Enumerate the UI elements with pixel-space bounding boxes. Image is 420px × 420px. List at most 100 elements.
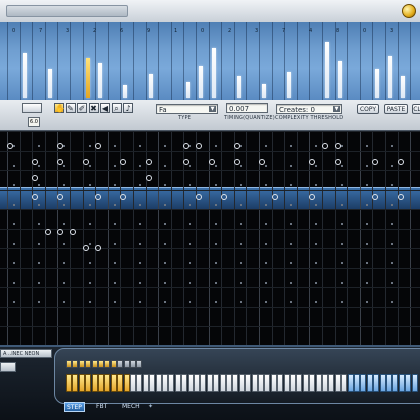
- key-toggle[interactable]: [104, 360, 111, 368]
- step-note[interactable]: [95, 143, 102, 149]
- key-toggle[interactable]: [72, 360, 79, 368]
- piano-key[interactable]: [149, 374, 156, 392]
- piano-key[interactable]: [66, 374, 72, 392]
- piano-key[interactable]: [366, 374, 373, 392]
- piano-key[interactable]: [341, 374, 348, 392]
- piano-key[interactable]: [142, 374, 149, 392]
- piano-key[interactable]: [123, 374, 130, 392]
- key-toggle[interactable]: [85, 360, 92, 368]
- brush-icon[interactable]: ✐: [77, 103, 87, 113]
- clear-button[interactable]: CLEAR: [412, 104, 420, 114]
- piano-key[interactable]: [315, 374, 322, 392]
- velocity-bar[interactable]: [262, 84, 266, 98]
- piano-key[interactable]: [405, 374, 412, 392]
- key-toggle[interactable]: [98, 360, 104, 368]
- piano-key[interactable]: [328, 374, 335, 392]
- piano-key[interactable]: [392, 374, 399, 392]
- velocity-bar[interactable]: [148, 74, 153, 98]
- step-note[interactable]: [82, 245, 89, 251]
- type-dropdown-arrow-icon[interactable]: ▼: [209, 106, 216, 112]
- type-display[interactable]: Fa ▼: [156, 104, 218, 114]
- power-led-icon[interactable]: [402, 4, 416, 18]
- piano-key[interactable]: [354, 374, 360, 392]
- piano-key[interactable]: [110, 374, 117, 392]
- velocity-bar[interactable]: [325, 42, 329, 98]
- key-toggle[interactable]: [110, 360, 117, 368]
- piano-key[interactable]: [91, 374, 98, 392]
- velocity-bar[interactable]: [123, 85, 128, 98]
- piano-key[interactable]: [264, 374, 271, 392]
- zoom-icon[interactable]: ⌕: [111, 103, 122, 113]
- step-note[interactable]: [196, 194, 202, 200]
- step-grid[interactable]: [0, 131, 420, 345]
- key-toggle[interactable]: [130, 360, 136, 368]
- piano-key[interactable]: [72, 374, 79, 392]
- piano-key[interactable]: [386, 374, 392, 392]
- piano-key[interactable]: [347, 374, 354, 392]
- step-note[interactable]: [397, 194, 404, 200]
- speaker-icon[interactable]: ♪: [123, 103, 133, 113]
- piano-key[interactable]: [155, 374, 162, 392]
- step-note[interactable]: [32, 175, 39, 181]
- piano-key[interactable]: [290, 374, 296, 392]
- step-note[interactable]: [44, 229, 51, 235]
- step-note[interactable]: [397, 159, 404, 165]
- piano-key[interactable]: [206, 374, 213, 392]
- piano-key[interactable]: [398, 374, 405, 392]
- piano-key[interactable]: [238, 374, 245, 392]
- complexity-dropdown-arrow-icon[interactable]: ▼: [333, 106, 340, 112]
- piano-key[interactable]: [245, 374, 252, 392]
- piano-key[interactable]: [162, 374, 168, 392]
- panel-small-button[interactable]: [0, 362, 16, 372]
- piano-key[interactable]: [187, 374, 194, 392]
- piano-key[interactable]: [309, 374, 316, 392]
- velocity-bar[interactable]: [375, 69, 380, 98]
- key-toggle[interactable]: [91, 360, 98, 368]
- zoom-box[interactable]: [22, 103, 42, 113]
- pencil-icon[interactable]: ✎: [65, 103, 76, 113]
- piano-key[interactable]: [258, 374, 264, 392]
- paste-button[interactable]: PASTE: [384, 104, 408, 114]
- eraser-icon[interactable]: ✖: [88, 103, 99, 113]
- step-note[interactable]: [322, 143, 328, 149]
- piano-key[interactable]: [296, 374, 303, 392]
- piano-key[interactable]: [360, 374, 367, 392]
- title-grip[interactable]: [6, 5, 128, 17]
- tab-mech[interactable]: MECH: [120, 402, 142, 412]
- step-note[interactable]: [372, 159, 379, 165]
- key-toggle[interactable]: [136, 360, 143, 368]
- piano-key[interactable]: [373, 374, 380, 392]
- velocity-bar[interactable]: [400, 76, 405, 98]
- velocity-bar[interactable]: [211, 48, 216, 98]
- piano-key[interactable]: [78, 374, 85, 392]
- piano-key[interactable]: [379, 374, 386, 392]
- tab-step[interactable]: STEP: [64, 402, 85, 412]
- complexity-display[interactable]: Creates: 0 ▼: [276, 104, 342, 114]
- piano-key[interactable]: [334, 374, 341, 392]
- preset-name-display[interactable]: A ..INEC NEON: [0, 349, 52, 358]
- piano-key[interactable]: [117, 374, 124, 392]
- step-note[interactable]: [271, 194, 278, 200]
- velocity-bar[interactable]: [199, 66, 203, 98]
- piano-key[interactable]: [181, 374, 188, 392]
- velocity-bar[interactable]: [287, 72, 292, 98]
- piano-keyboard[interactable]: [66, 360, 420, 396]
- piano-key[interactable]: [213, 374, 220, 392]
- velocity-bar[interactable]: [22, 53, 27, 98]
- step-note[interactable]: [70, 229, 76, 235]
- velocity-bar[interactable]: [85, 58, 90, 98]
- velocity-bar[interactable]: [236, 76, 241, 98]
- velocity-bar[interactable]: [47, 69, 52, 98]
- piano-key[interactable]: [283, 374, 290, 392]
- piano-key[interactable]: [251, 374, 258, 392]
- velocity-bar[interactable]: [388, 56, 392, 98]
- piano-key[interactable]: [85, 374, 92, 392]
- key-toggle[interactable]: [66, 360, 72, 368]
- piano-key[interactable]: [232, 374, 239, 392]
- step-note[interactable]: [196, 143, 202, 149]
- key-toggle[interactable]: [117, 360, 124, 368]
- piano-key[interactable]: [200, 374, 207, 392]
- piano-key[interactable]: [168, 374, 175, 392]
- velocity-bar[interactable]: [186, 82, 191, 98]
- piano-key[interactable]: [136, 374, 143, 392]
